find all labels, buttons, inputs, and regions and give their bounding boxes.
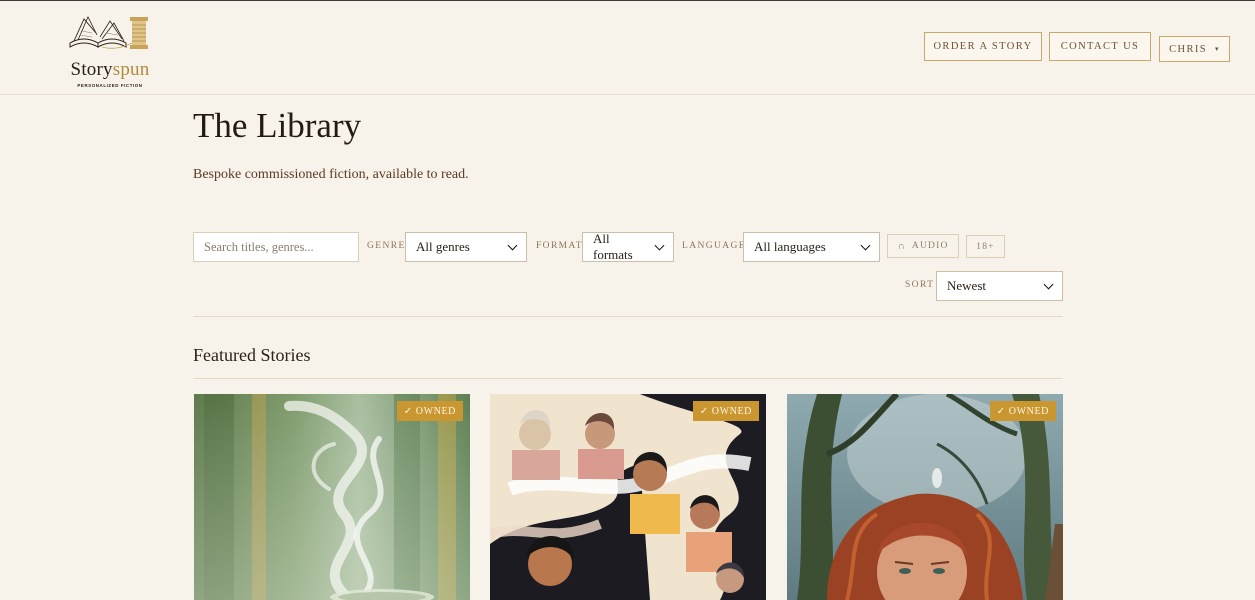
genre-select[interactable]: All genres xyxy=(405,232,527,262)
owned-badge: ✓ OWNED xyxy=(396,401,463,421)
order-story-button[interactable]: ORDER A STORY xyxy=(924,32,1042,61)
genre-label: GENRE xyxy=(367,241,406,251)
logo-word-spun: spun xyxy=(112,59,150,80)
language-select-value: All languages xyxy=(754,239,826,254)
contact-us-button[interactable]: CONTACT US xyxy=(1049,32,1151,61)
story-cover-women xyxy=(490,394,766,600)
site-header: Storyspun PERSONALIZED FICTION ORDER A S… xyxy=(0,1,1255,95)
logo-tagline: PERSONALIZED FICTION xyxy=(77,83,143,88)
headphones-icon: ∩ xyxy=(897,240,906,252)
logo-wordmark: Storyspun xyxy=(64,60,156,80)
genre-select-value: All genres xyxy=(416,239,470,254)
caret-down-icon: ▾ xyxy=(1215,45,1220,53)
format-select-value: All formats xyxy=(593,231,633,262)
story-cover-red-haired-woman xyxy=(787,394,1063,600)
filters-divider xyxy=(193,316,1063,317)
audio-filter-toggle[interactable]: ∩ AUDIO xyxy=(887,234,959,258)
storyspun-logo[interactable]: Storyspun PERSONALIZED FICTION xyxy=(64,11,156,88)
sort-label: SORT xyxy=(905,280,935,290)
sort-select-value: Newest xyxy=(947,278,986,293)
logo-word-story: Story xyxy=(70,59,113,80)
chevron-down-icon xyxy=(654,240,665,250)
format-label: FORMAT xyxy=(536,241,583,251)
chevron-down-icon xyxy=(507,240,518,250)
audio-filter-label: AUDIO xyxy=(911,241,949,251)
chevron-down-icon xyxy=(1043,279,1054,289)
story-cover-steaming-cup xyxy=(194,394,470,600)
search-input[interactable]: Search titles, genres... xyxy=(193,232,359,262)
page-title: The Library xyxy=(193,106,362,145)
owned-badge: ✓ OWNED xyxy=(692,401,759,421)
sort-select[interactable]: Newest xyxy=(936,271,1063,301)
adult-filter-toggle[interactable]: 18+ xyxy=(966,235,1005,258)
user-menu-button[interactable]: CHRIS ▾ xyxy=(1159,36,1230,62)
owned-badge: ✓ OWNED xyxy=(989,401,1056,421)
featured-section-title: Featured Stories xyxy=(193,345,311,365)
format-select[interactable]: All formats xyxy=(582,231,674,262)
book-and-spool-icon xyxy=(69,16,148,49)
story-card[interactable]: ✓ OWNED xyxy=(194,394,470,600)
user-name: CHRIS xyxy=(1169,43,1207,55)
language-select[interactable]: All languages xyxy=(743,232,880,262)
page-subtitle: Bespoke commissioned fiction, available … xyxy=(193,167,469,182)
chevron-down-icon xyxy=(860,240,871,250)
section-divider xyxy=(193,378,1063,379)
language-label: LANGUAGE xyxy=(682,241,746,251)
story-card[interactable]: ✓ OWNED xyxy=(490,394,766,600)
story-card[interactable]: ✓ OWNED xyxy=(787,394,1063,600)
